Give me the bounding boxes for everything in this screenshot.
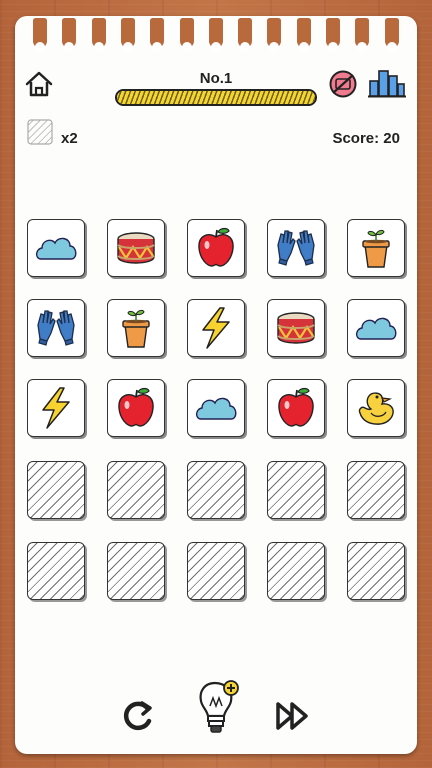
no-ads-icon [329,70,357,98]
notebook-ring [355,18,370,52]
notebook-ring [91,18,106,52]
level-title: No.1 [199,70,233,87]
empty-tile-slot [187,461,245,519]
empty-tile-slot [107,542,165,600]
plant-pot-icon [122,309,150,348]
tile-cloud[interactable] [27,219,85,277]
undo-button[interactable] [118,697,158,740]
apple-icon [118,387,154,427]
drum-icon [277,312,315,344]
home-button[interactable] [24,70,54,103]
tile-drum[interactable] [107,219,165,277]
notebook-ring [267,18,282,52]
notebook-ring [238,18,253,52]
hint-count: x2 [61,130,78,147]
progress-fill [117,91,315,104]
cloud-icon [35,237,77,260]
notebook-ring [326,18,340,52]
tile-cloud[interactable] [187,379,245,437]
cloud-icon [195,397,237,420]
lightning-icon [42,387,70,429]
skip-level-button[interactable] [275,700,311,737]
notebook-ring [33,18,47,52]
empty-tile-slot [27,461,85,519]
undo-icon [123,701,152,731]
empty-tile-slot [347,542,405,600]
duck-icon [358,392,394,425]
notebook-ring [120,18,135,52]
empty-tile-slot [27,542,85,600]
tile-lightning[interactable] [27,379,85,437]
empty-tile-slot [107,461,165,519]
levels-map-button[interactable] [367,67,407,104]
city-skyline-icon [368,70,406,98]
tile-apple[interactable] [187,219,245,277]
drum-icon [117,232,155,264]
tile-plant-pot[interactable] [107,299,165,357]
tile-lightning[interactable] [187,299,245,357]
empty-tile-slot [267,461,325,519]
no-ads-button[interactable] [328,69,358,104]
gloves-icon [277,230,315,266]
notebook-ring [62,18,77,52]
tile-cloud[interactable] [347,299,405,357]
lightbulb-hint-icon [199,680,239,733]
notebook-ring [150,18,165,52]
notebook-ring [384,18,399,52]
tile-apple[interactable] [107,379,165,437]
tile-gloves[interactable] [27,299,85,357]
plant-pot-icon [362,229,390,268]
score-label: Score: 20 [332,130,400,147]
tile-plant-pot[interactable] [347,219,405,277]
hint-lightbulb-button[interactable] [195,678,243,743]
fast-forward-icon [276,702,308,730]
apple-icon [278,387,314,427]
hint-stack [27,119,53,150]
tile-gloves[interactable] [267,219,325,277]
notebook-ring [208,18,223,52]
notebook-ring [296,18,311,52]
notebook-ring [179,18,194,52]
tile-apple[interactable] [267,379,325,437]
tile-drum[interactable] [267,299,325,357]
gloves-icon [37,310,75,346]
hatched-tile-icon [27,119,53,145]
tile-duck[interactable] [347,379,405,437]
level-progress-bar [115,89,317,106]
apple-icon [198,227,234,267]
home-icon [25,71,53,97]
lightning-icon [202,307,230,349]
empty-tile-slot [267,542,325,600]
empty-tile-slot [347,461,405,519]
cloud-icon [355,317,397,340]
empty-tile-slot [187,542,245,600]
